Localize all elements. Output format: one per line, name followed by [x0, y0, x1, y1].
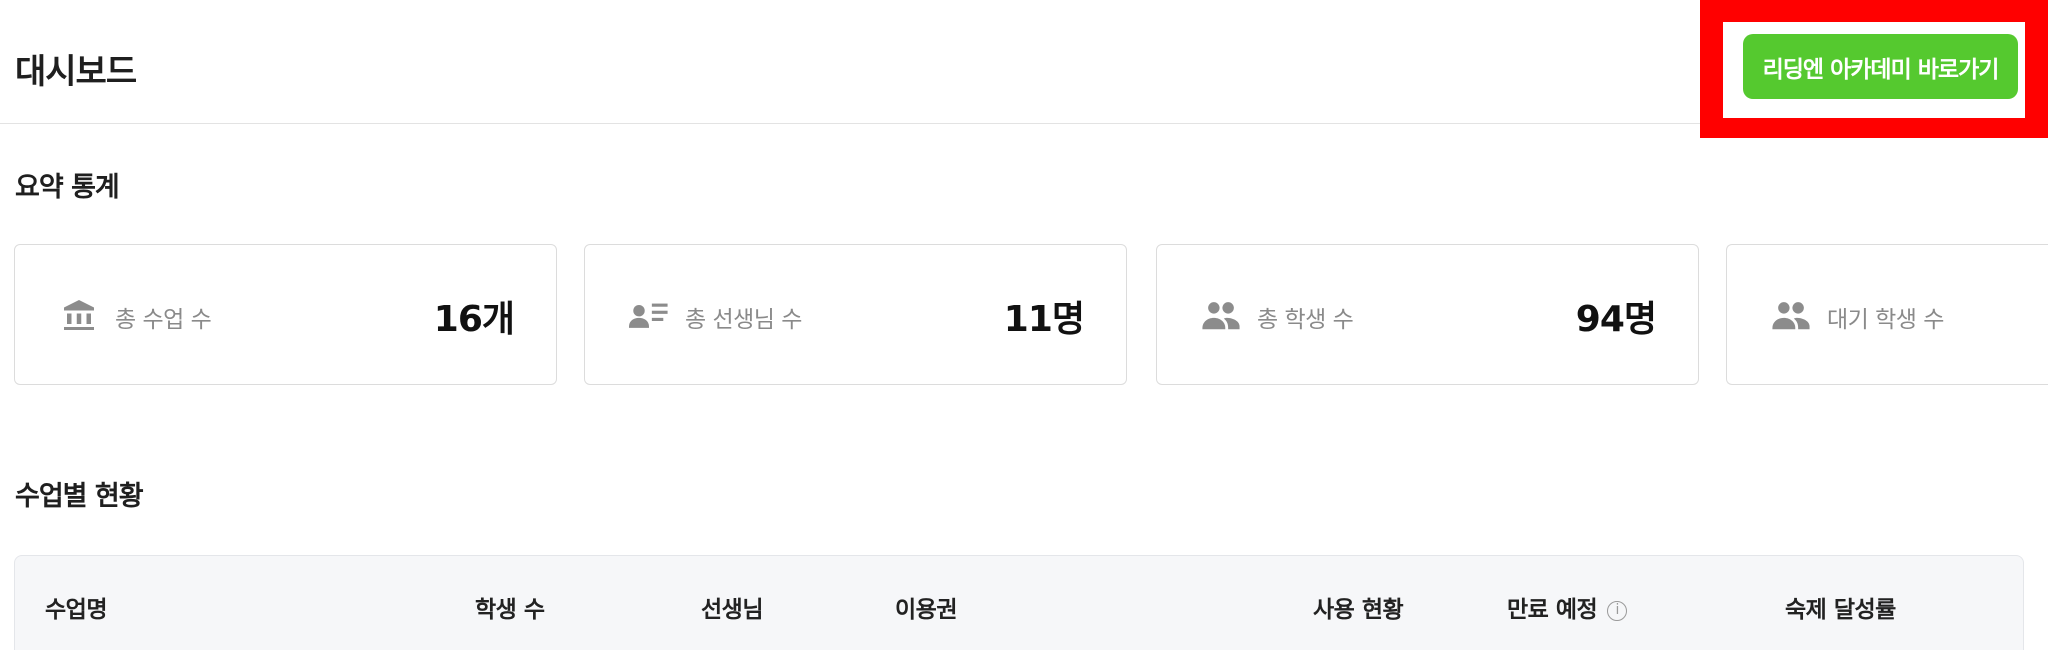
- stat-label: 대기 학생 수: [1827, 307, 1944, 333]
- stat-label: 총 수업 수: [115, 307, 212, 333]
- stat-card-total-teachers: 총 선생님 수 11명: [584, 244, 1127, 385]
- stat-card-total-students: 총 학생 수 94명: [1156, 244, 1699, 385]
- classes-table-header: 수업명 학생 수 선생님 이용권 사용 현황 만료 예정 i 숙제 달성률: [14, 555, 2024, 650]
- summary-section-title: 요약 통계: [15, 172, 120, 203]
- page-title: 대시보드: [15, 52, 137, 92]
- teacher-list-icon: [629, 295, 669, 335]
- classes-section-title: 수업별 현황: [15, 481, 144, 512]
- stat-label: 총 학생 수: [1257, 307, 1354, 333]
- column-header-pass: 이용권: [895, 597, 957, 623]
- stat-value: 94명: [1575, 299, 1657, 340]
- column-header-teacher: 선생님: [701, 597, 763, 623]
- stat-value: 11명: [1003, 299, 1085, 340]
- academy-shortcut-button[interactable]: 리딩엔 아카데미 바로가기: [1743, 34, 2018, 99]
- column-header-student-count: 학생 수: [475, 597, 545, 623]
- people-icon: [1771, 295, 1811, 335]
- info-icon[interactable]: i: [1607, 600, 1628, 621]
- column-header-class-name: 수업명: [45, 597, 107, 623]
- stat-label: 총 선생님 수: [685, 307, 802, 333]
- people-icon: [1201, 295, 1241, 335]
- stat-value: 16개: [433, 299, 515, 340]
- column-header-expiring-label: 만료 예정: [1507, 597, 1598, 623]
- stat-card-total-classes: 총 수업 수 16개: [14, 244, 557, 385]
- column-header-expiring: 만료 예정 i: [1507, 590, 1628, 624]
- institution-icon: [59, 295, 99, 335]
- column-header-usage: 사용 현황: [1313, 597, 1404, 623]
- column-header-homework-rate: 숙제 달성률: [1785, 597, 1896, 623]
- stat-card-waiting-students: 대기 학생 수: [1726, 244, 2048, 385]
